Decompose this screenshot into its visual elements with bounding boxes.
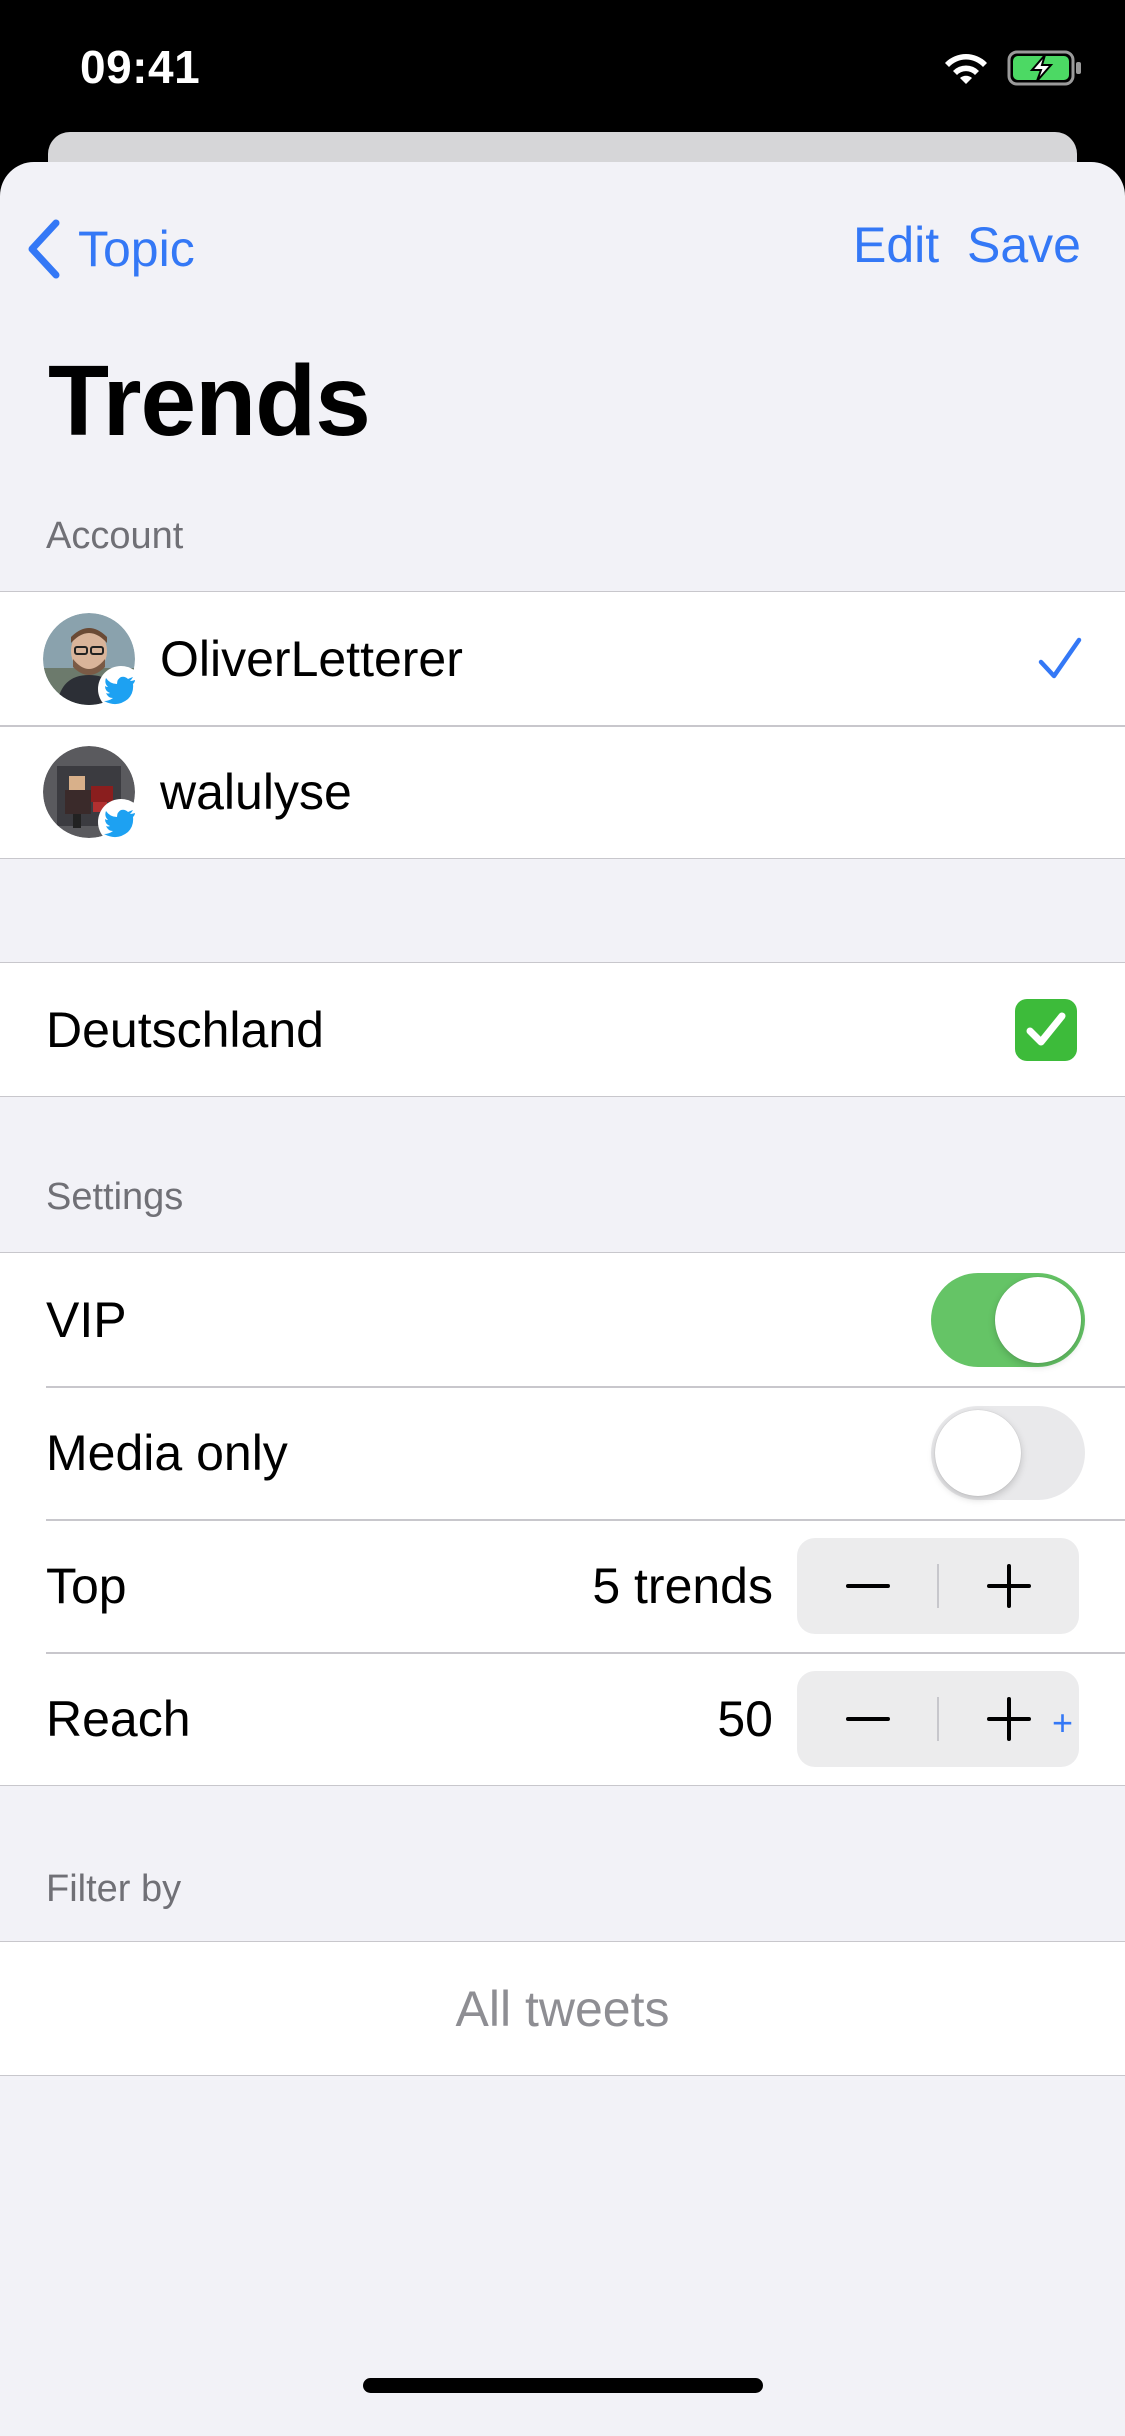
decrement-button[interactable] [797, 1671, 938, 1767]
avatar [43, 612, 144, 712]
avatar [43, 745, 144, 845]
account-row-oliverletterer[interactable]: OliverLetterer [0, 592, 1125, 725]
reach-label: Reach [46, 1690, 191, 1747]
page-title: Trends [48, 345, 371, 457]
checkbox-checked-icon [1015, 998, 1077, 1061]
filter-row-all-tweets: All tweets [0, 1942, 1125, 2075]
settings-section-header: Settings [46, 1176, 184, 1218]
home-indicator [363, 2378, 763, 2393]
stepper-divider [937, 1563, 939, 1608]
back-button-label: Topic [78, 221, 195, 277]
minus-icon [845, 1716, 890, 1721]
account-name: walulyse [160, 763, 352, 820]
location-list: Deutschland [0, 962, 1125, 1097]
all-tweets-label: All tweets [455, 1980, 670, 2037]
twitter-icon [98, 665, 144, 712]
media-only-row: Media only [0, 1386, 1125, 1519]
increment-button[interactable] [938, 1538, 1079, 1634]
plus-icon [986, 1563, 1031, 1608]
stepper-divider [937, 1696, 939, 1741]
filter-section-header: Filter by [46, 1868, 182, 1910]
minus-icon [845, 1583, 890, 1588]
media-only-label: Media only [46, 1424, 288, 1481]
toggle-knob [995, 1276, 1081, 1363]
reach-stepper [797, 1670, 1079, 1767]
status-time: 09:41 [80, 41, 201, 93]
edit-button[interactable]: Edit [853, 216, 939, 274]
settings-list: VIP Media only Top 5 trends Reach 50 [0, 1252, 1125, 1786]
filter-list: All tweets [0, 1941, 1125, 2076]
top-label: Top [46, 1557, 127, 1614]
account-name: OliverLetterer [160, 630, 463, 687]
account-list: OliverLetterer walulyse [0, 591, 1125, 859]
account-section-header: Account [46, 515, 184, 557]
save-button[interactable]: Save [967, 216, 1081, 274]
wifi-icon [945, 54, 987, 84]
top-stepper [797, 1537, 1079, 1634]
account-row-walulyse[interactable]: walulyse [0, 725, 1125, 858]
decrement-button[interactable] [797, 1538, 938, 1634]
modal-sheet: Topic Edit Save Trends Account OliverLet… [0, 162, 1125, 2436]
battery-charging-icon [1007, 50, 1081, 86]
reach-row: Reach 50 [0, 1652, 1125, 1785]
toggle-knob [935, 1409, 1021, 1496]
vip-toggle[interactable] [931, 1272, 1085, 1367]
reach-value: 50 [717, 1690, 773, 1747]
status-bar: 09:41 [0, 0, 1125, 150]
media-only-toggle[interactable] [931, 1405, 1085, 1500]
location-row-deutschland[interactable]: Deutschland [0, 963, 1125, 1096]
back-button[interactable]: Topic [24, 214, 195, 284]
twitter-icon [98, 798, 144, 845]
top-value: 5 trends [592, 1557, 773, 1614]
checkmark-icon [1038, 637, 1082, 678]
vip-label: VIP [46, 1291, 127, 1348]
plus-icon [986, 1696, 1031, 1741]
top-row: Top 5 trends [0, 1519, 1125, 1652]
location-label: Deutschland [46, 1001, 324, 1058]
chevron-left-icon [28, 219, 60, 279]
add-filter-button[interactable]: + [1052, 1702, 1073, 1744]
vip-row: VIP [0, 1253, 1125, 1386]
